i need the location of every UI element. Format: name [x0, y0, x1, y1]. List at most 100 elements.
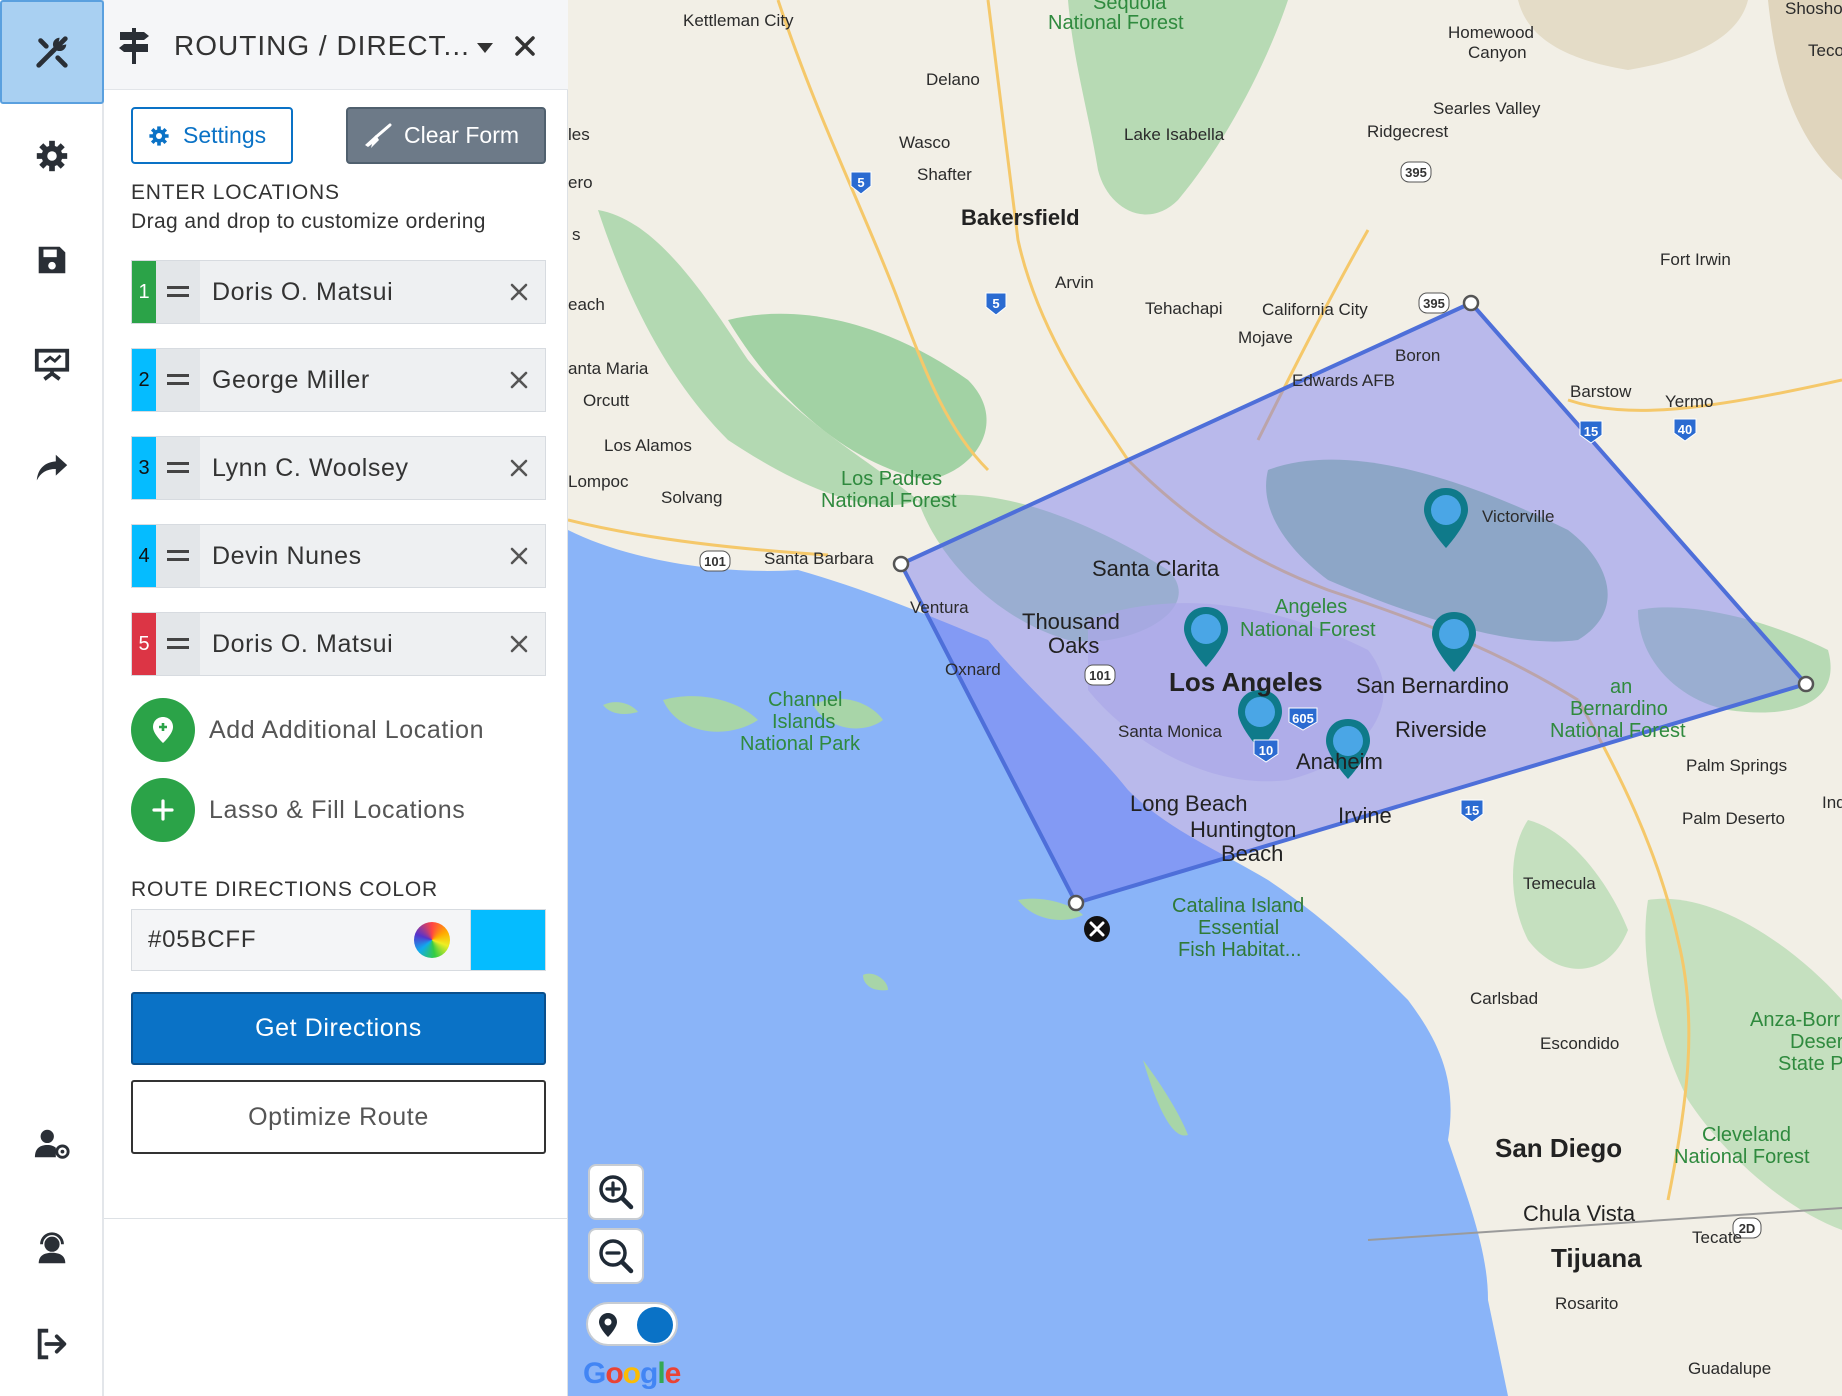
- map-label: Edwards AFB: [1292, 371, 1395, 390]
- remove-location-icon[interactable]: [493, 437, 545, 499]
- drag-handle-icon[interactable]: [156, 525, 200, 587]
- location-row-3[interactable]: 3 Lynn C. Woolsey: [131, 436, 546, 500]
- map-label: Santa Monica: [1118, 722, 1222, 741]
- map-label: les: [568, 125, 590, 144]
- svg-text:101: 101: [704, 554, 726, 569]
- get-directions-button[interactable]: Get Directions: [131, 992, 546, 1065]
- presentation-button[interactable]: [0, 312, 104, 416]
- location-name[interactable]: Doris O. Matsui: [200, 613, 493, 675]
- map-label: National Forest: [1240, 619, 1376, 641]
- map-label: Arvin: [1055, 273, 1094, 292]
- map-label: Victorville: [1482, 507, 1555, 526]
- pin-visibility-toggle[interactable]: [586, 1302, 678, 1346]
- lasso-fill-label: Lasso & Fill Locations: [209, 795, 466, 824]
- map-label: Homewood: [1448, 23, 1534, 42]
- map-label: Orcutt: [583, 391, 630, 410]
- location-row-2[interactable]: 2 George Miller: [131, 348, 546, 412]
- map-label: Ridgecrest: [1367, 122, 1449, 141]
- headset-icon: [38, 1232, 66, 1264]
- map-label: Catalina Island: [1172, 895, 1305, 917]
- drag-handle-icon[interactable]: [156, 437, 200, 499]
- remove-location-icon[interactable]: [493, 613, 545, 675]
- map-label: Irvine: [1338, 803, 1392, 828]
- map-label: San Bernardino: [1356, 673, 1509, 698]
- zoom-in-icon: [599, 1175, 634, 1210]
- map-label: Bakersfield: [961, 205, 1080, 230]
- location-number: 3: [132, 437, 156, 499]
- map-label: Searles Valley: [1433, 99, 1541, 118]
- route-color-heading: ROUTE DIRECTIONS COLOR: [131, 878, 438, 901]
- tools-button[interactable]: [0, 0, 104, 104]
- drag-handle-icon[interactable]: [156, 613, 200, 675]
- map-canvas[interactable]: 5 5 395 395 15 40 101 101 605 10 15 2D K…: [568, 0, 1842, 1396]
- location-number: 1: [132, 261, 156, 323]
- map-label: Huntington: [1190, 817, 1297, 842]
- map-label: Oxnard: [945, 660, 1001, 679]
- map-label: anta Maria: [568, 359, 649, 378]
- panel-header: ROUTING / DIRECT...: [104, 0, 568, 90]
- zoom-out-button[interactable]: [588, 1228, 644, 1284]
- location-number: 2: [132, 349, 156, 411]
- map-label: Canyon: [1468, 43, 1527, 62]
- map-label: Barstow: [1570, 382, 1632, 401]
- map-label: Kettleman City: [683, 11, 794, 30]
- settings-label: Settings: [183, 122, 267, 148]
- location-name[interactable]: Devin Nunes: [200, 525, 493, 587]
- clear-form-button[interactable]: Clear Form: [346, 107, 546, 164]
- zoom-in-button[interactable]: [588, 1164, 644, 1220]
- map-label: Santa Clarita: [1092, 556, 1220, 581]
- support-button[interactable]: [0, 1196, 104, 1300]
- panel-divider: [104, 1218, 568, 1219]
- map-label: Yermo: [1665, 392, 1714, 411]
- color-wheel-icon[interactable]: [414, 922, 450, 958]
- remove-location-icon[interactable]: [493, 349, 545, 411]
- save-button[interactable]: [0, 208, 104, 312]
- clear-form-label: Clear Form: [404, 122, 520, 148]
- user-settings-button[interactable]: [0, 1092, 104, 1196]
- location-row-1[interactable]: 1 Doris O. Matsui: [131, 260, 546, 324]
- map-label: State Pa: [1778, 1053, 1842, 1075]
- panel-title[interactable]: ROUTING / DIRECT...: [174, 30, 470, 62]
- map-label: Bernardino: [1570, 698, 1668, 720]
- lasso-fill-button[interactable]: Lasso & Fill Locations: [131, 778, 465, 842]
- map-label: Riverside: [1395, 717, 1487, 742]
- remove-location-icon[interactable]: [493, 525, 545, 587]
- map-label: Teco: [1808, 41, 1842, 60]
- map-label: Beach: [1221, 841, 1284, 866]
- gear-icon: [149, 125, 169, 146]
- drag-handle-icon[interactable]: [156, 349, 200, 411]
- map-label: Islands: [772, 711, 836, 733]
- signpost-icon: [119, 28, 149, 64]
- color-swatch[interactable]: [470, 909, 546, 971]
- toggle-knob: [637, 1307, 673, 1343]
- map-label: Shafter: [917, 165, 972, 184]
- remove-location-icon[interactable]: [493, 261, 545, 323]
- map-label: Solvang: [661, 488, 723, 507]
- location-row-5[interactable]: 5 Doris O. Matsui: [131, 612, 546, 676]
- optimize-route-button[interactable]: Optimize Route: [131, 1080, 546, 1154]
- location-name[interactable]: George Miller: [200, 349, 493, 411]
- lasso-delete-icon[interactable]: [1084, 916, 1110, 942]
- drag-handle-icon[interactable]: [156, 261, 200, 323]
- location-name[interactable]: Doris O. Matsui: [200, 261, 493, 323]
- settings-button[interactable]: Settings: [131, 107, 293, 164]
- close-icon[interactable]: [512, 33, 538, 59]
- map-label: Thousand: [1022, 609, 1120, 634]
- share-button[interactable]: [0, 416, 104, 520]
- add-location-button[interactable]: Add Additional Location: [131, 698, 484, 762]
- caret-down-icon[interactable]: [474, 36, 496, 58]
- settings-button[interactable]: [0, 104, 104, 208]
- svg-text:605: 605: [1292, 711, 1314, 726]
- plus-icon: [131, 778, 195, 842]
- logout-icon: [37, 1328, 67, 1360]
- location-row-4[interactable]: 4 Devin Nunes: [131, 524, 546, 588]
- location-name[interactable]: Lynn C. Woolsey: [200, 437, 493, 499]
- location-number: 4: [132, 525, 156, 587]
- map-label: s: [572, 225, 581, 244]
- map-label: Tecate: [1692, 1228, 1743, 1247]
- map-label: Ventura: [910, 598, 969, 617]
- svg-text:15: 15: [1465, 803, 1479, 818]
- map-label: Fish Habitat...: [1178, 939, 1302, 961]
- map-label: Escondido: [1540, 1034, 1620, 1053]
- logout-button[interactable]: [0, 1292, 104, 1396]
